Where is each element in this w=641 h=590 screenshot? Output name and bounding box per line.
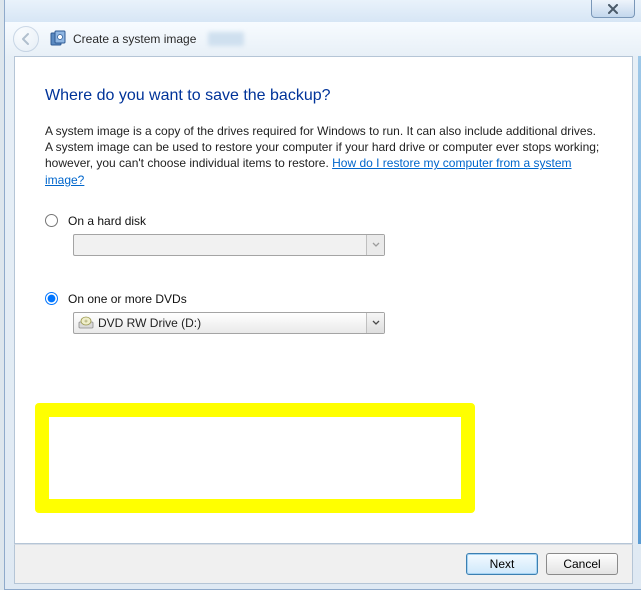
footer-bar: Next Cancel <box>14 544 633 584</box>
yellow-highlight-annotation <box>35 403 475 513</box>
dropdown-dvd[interactable]: DVD RW Drive (D:) <box>73 312 385 334</box>
disc-drive-icon <box>78 316 94 330</box>
chevron-down-icon[interactable] <box>366 313 384 333</box>
blurred-background-text <box>208 32 244 46</box>
label-hard-disk: On a hard disk <box>68 214 146 228</box>
chevron-down-icon <box>366 235 384 255</box>
wizard-window: Create a system image Where do you want … <box>4 0 641 590</box>
page-title: Where do you want to save the backup? <box>45 87 602 105</box>
close-button[interactable] <box>591 0 635 18</box>
next-button[interactable]: Next <box>466 553 538 575</box>
close-icon <box>607 4 619 14</box>
header-title: Create a system image <box>73 32 196 46</box>
cancel-button[interactable]: Cancel <box>546 553 618 575</box>
option-dvd[interactable]: On one or more DVDs <box>45 292 602 306</box>
content-panel: Where do you want to save the backup? A … <box>14 56 633 544</box>
system-image-icon <box>49 30 67 48</box>
radio-dvd[interactable] <box>45 292 58 305</box>
header-strip: Create a system image <box>5 22 641 56</box>
dropdown-dvd-value: DVD RW Drive (D:) <box>98 316 201 330</box>
cancel-button-label: Cancel <box>563 557 600 571</box>
option-hard-disk[interactable]: On a hard disk <box>45 214 602 228</box>
next-button-label: Next <box>490 557 515 571</box>
back-button <box>13 26 39 52</box>
label-dvd: On one or more DVDs <box>68 292 187 306</box>
radio-hard-disk[interactable] <box>45 214 58 227</box>
description-text: A system image is a copy of the drives r… <box>45 123 602 188</box>
back-arrow-icon <box>19 32 33 46</box>
dropdown-hard-disk <box>73 234 385 256</box>
titlebar <box>5 0 641 22</box>
